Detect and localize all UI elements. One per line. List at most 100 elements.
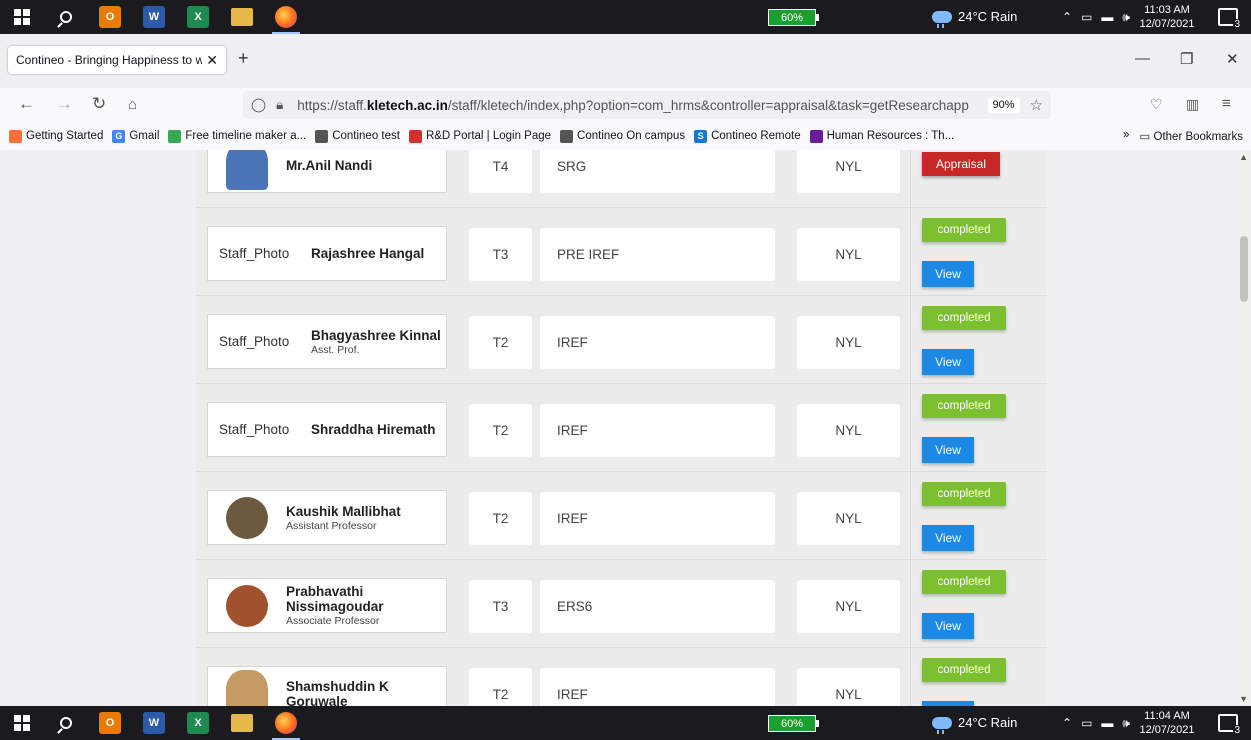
weather-widget[interactable]: 24°C Rain (932, 715, 1017, 734)
folder-icon: ▭ (1139, 131, 1154, 143)
shield-icon[interactable]: ◯ (251, 97, 266, 113)
word-taskbar-button[interactable]: W (132, 706, 176, 740)
status-cell: NYL (797, 228, 900, 281)
vertical-scrollbar[interactable]: ▲ ▼ (1237, 150, 1251, 706)
grade-cell: T3 (469, 580, 532, 633)
volume-icon[interactable]: 🕪 (1122, 10, 1130, 25)
search-button[interactable] (44, 706, 88, 740)
file-explorer-taskbar-button[interactable] (220, 0, 264, 34)
scroll-down-icon[interactable]: ▼ (1239, 694, 1248, 704)
appraisal-button[interactable]: Appraisal (922, 152, 1000, 176)
system-tray[interactable]: ⌃ ▭ ▬ 🕪 (1062, 716, 1130, 731)
zoom-level-button[interactable]: 90% (987, 97, 1020, 113)
url-prefix: https://staff. (297, 97, 367, 113)
back-arrow-icon[interactable]: ← (18, 94, 35, 114)
close-window-icon[interactable]: ✕ (1226, 50, 1239, 68)
page-viewport: Mr.Anil Nandi T4 SRG NYL Appraisal Staff_Phot… (0, 150, 1251, 706)
notification-center-button[interactable]: 3 (1218, 714, 1241, 736)
search-icon (60, 717, 72, 729)
file-explorer-taskbar-button[interactable] (220, 706, 264, 740)
research-category-cell: IREF (540, 316, 775, 369)
grade-cell: T2 (469, 404, 532, 457)
excel-taskbar-button[interactable]: X (176, 0, 220, 34)
clock-time: 11:04 AM (1144, 710, 1190, 722)
bookmark-item[interactable]: Contineo test (315, 129, 400, 143)
staff-name: Mr.Anil Nandi (286, 158, 373, 173)
lock-icon[interactable]: 🔒︎ (276, 97, 283, 113)
view-button[interactable]: View (922, 261, 974, 287)
outlook-icon: O (99, 712, 121, 734)
network-icon[interactable]: ▭ (1081, 10, 1092, 25)
bookmark-item[interactable]: G Gmail (112, 129, 160, 143)
staff-designation: Asst. Prof. (311, 343, 360, 356)
completed-badge: completed (922, 658, 1006, 682)
scroll-thumb[interactable] (1240, 236, 1248, 302)
staff-name-block: Kaushik Mallibhat Assistant Professor (286, 504, 401, 532)
bookmark-item[interactable]: Human Resources : Th... (809, 129, 954, 143)
firefox-taskbar-button[interactable] (264, 0, 308, 34)
battery-icon[interactable]: ▬ (1101, 10, 1113, 25)
view-button[interactable]: View (922, 349, 974, 375)
new-tab-button[interactable]: + (238, 48, 249, 69)
reload-icon[interactable]: ↻ (92, 94, 106, 114)
view-button[interactable]: View (922, 613, 974, 639)
staff-name-block: Prabhavathi Nissimagoudar Associate Profe… (286, 584, 416, 627)
battery-icon[interactable]: ▬ (1101, 716, 1113, 731)
bookmark-star-icon[interactable]: ☆ (1030, 96, 1043, 114)
restore-icon[interactable]: ❐ (1180, 50, 1193, 68)
network-icon[interactable]: ▭ (1081, 716, 1092, 731)
bookmark-favicon-icon: S (694, 129, 708, 143)
completed-badge: completed (922, 218, 1006, 242)
staff-photo-placeholder: Staff_Photo (219, 246, 290, 261)
forward-arrow-icon[interactable]: → (56, 94, 73, 114)
system-tray[interactable]: ⌃ ▭ ▬ 🕪 (1062, 10, 1130, 25)
other-bookmarks-folder[interactable]: ▭ Other Bookmarks (1139, 129, 1243, 143)
bookmark-label: Contineo test (332, 130, 400, 142)
browser-tab[interactable]: Contineo - Bringing Happiness to w ✕ (8, 46, 226, 74)
outlook-taskbar-button[interactable]: O (88, 706, 132, 740)
status-cell: NYL (797, 580, 900, 633)
chevron-up-icon[interactable]: ⌃ (1062, 10, 1072, 25)
weather-text: 24°C Rain (958, 9, 1018, 24)
start-button[interactable] (0, 706, 44, 740)
bookmark-label: Gmail (129, 130, 160, 142)
minimize-icon[interactable]: — (1135, 50, 1150, 67)
completed-badge: completed (922, 570, 1006, 594)
column-divider (910, 648, 911, 706)
bookmark-item[interactable]: Getting Started (9, 129, 103, 143)
weather-widget[interactable]: 24°C Rain (932, 9, 1018, 28)
volume-icon[interactable]: 🕪 (1122, 716, 1130, 731)
library-icon[interactable]: ▥ (1186, 96, 1199, 113)
firefox-taskbar-button[interactable] (264, 706, 308, 740)
bookmark-item[interactable]: Free timeline maker a... (168, 129, 306, 143)
start-button[interactable] (0, 0, 44, 34)
url-text[interactable]: https://staff.kletech.ac.in/staff/kletec… (297, 98, 981, 113)
clock[interactable]: 11:04 AM 12/07/2021 (1132, 709, 1202, 737)
status-cell: NYL (797, 316, 900, 369)
bookmark-item[interactable]: Contineo On campus (560, 129, 685, 143)
home-icon[interactable]: ⌂ (128, 96, 137, 113)
view-button[interactable]: View (922, 437, 974, 463)
view-button[interactable]: View (922, 525, 974, 551)
battery-indicator[interactable]: 60% (768, 9, 819, 26)
notification-center-button[interactable]: 3 (1218, 8, 1241, 30)
chevron-double-right-icon[interactable]: » (1123, 129, 1129, 143)
word-taskbar-button[interactable]: W (132, 0, 176, 34)
bookmark-item[interactable]: R&D Portal | Login Page (408, 129, 551, 143)
clock[interactable]: 11:03 AM 12/07/2021 (1132, 3, 1202, 31)
menu-icon[interactable]: ≡ (1222, 95, 1231, 112)
pocket-icon[interactable]: ♡ (1150, 96, 1163, 113)
staff-row: Staff_Photo Shraddha Hiremath T2 IREF NYL com… (196, 384, 1047, 472)
search-button[interactable] (44, 0, 88, 34)
bookmark-favicon-icon (9, 129, 22, 143)
close-tab-icon[interactable]: ✕ (206, 52, 218, 69)
scroll-up-icon[interactable]: ▲ (1239, 152, 1248, 162)
outlook-taskbar-button[interactable]: O (88, 0, 132, 34)
chevron-up-icon[interactable]: ⌃ (1062, 716, 1072, 731)
url-bar[interactable]: ◯ 🔒︎ https://staff.kletech.ac.in/staff/k… (243, 91, 1051, 119)
excel-taskbar-button[interactable]: X (176, 706, 220, 740)
completed-badge: completed (922, 394, 1006, 418)
bookmark-item[interactable]: S Contineo Remote (694, 129, 801, 143)
staff-info-cell: Staff_Photo Rajashree Hangal (207, 226, 447, 281)
battery-indicator[interactable]: 60% (768, 715, 819, 732)
